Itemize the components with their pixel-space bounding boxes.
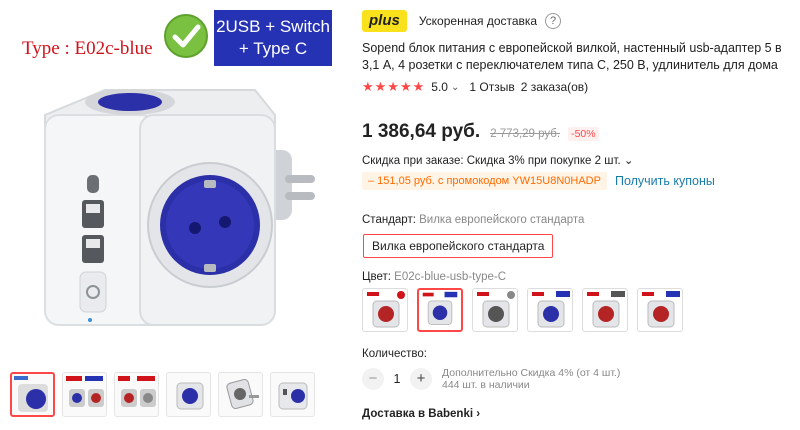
swatch-image xyxy=(477,291,515,328)
stock-count: 444 шт. в наличии xyxy=(442,379,530,391)
color-label: Цвет: E02c-blue-usb-type-C xyxy=(362,271,506,283)
thumbnail-image xyxy=(278,382,308,410)
feature-banner-line-1: 2USB + Switch xyxy=(216,17,330,36)
thumbnail-4[interactable] xyxy=(166,372,211,417)
feature-banner-line-2: + Type C xyxy=(238,39,308,58)
fast-delivery-row: plus Ускоренная доставка ? xyxy=(362,10,562,32)
thumbnail-image xyxy=(14,376,48,412)
plus-logo: plus xyxy=(362,10,407,32)
swatch-image xyxy=(642,291,680,328)
help-icon[interactable]: ? xyxy=(545,13,562,29)
product-gallery: Type : E02c-blue 2USB + Switch + Type C xyxy=(0,0,345,430)
quantity-increase-button[interactable]: + xyxy=(410,368,432,390)
reviews-link[interactable]: 1 Отзыв xyxy=(469,80,514,94)
thumbnail-2[interactable] xyxy=(62,372,107,417)
orders-count: 2 заказа(ов) xyxy=(520,80,589,94)
bulk-discount-note: Дополнительно Скидка 4% (от 4 шт.) xyxy=(442,367,621,379)
current-price: 1 386,64 руб. xyxy=(362,121,481,142)
price-row: 1 386,64 руб. 2 773,29 руб. -50% xyxy=(362,121,599,143)
color-label-text: Цвет: xyxy=(362,271,391,283)
color-swatch-red-usb[interactable] xyxy=(582,288,628,332)
quantity-decrease-button[interactable]: − xyxy=(362,368,384,390)
color-swatch-red[interactable] xyxy=(362,288,408,332)
thumbnail-image xyxy=(66,376,104,407)
main-product-image[interactable]: Type : E02c-blue 2USB + Switch + Type C xyxy=(0,0,345,360)
thumbnail-image xyxy=(226,378,259,410)
thumbnail-3[interactable] xyxy=(114,372,159,417)
swatch-image xyxy=(367,291,405,328)
promo-code-chip: – 151,05 руб. с промокодом YW15U8N0HADP xyxy=(362,172,607,190)
swatch-image xyxy=(532,291,570,328)
standard-label: Стандарт: Вилка европейского стандарта xyxy=(362,214,584,226)
quantity-stepper: − 1 + Дополнительно Скидка 4% (от 4 шт.)… xyxy=(362,367,620,391)
rating-value[interactable]: 5.0 xyxy=(431,80,448,94)
swatch-image xyxy=(587,291,625,328)
color-swatch-gray-usb[interactable] xyxy=(637,288,683,332)
thumbnail-image xyxy=(176,382,204,410)
color-swatch-gray[interactable] xyxy=(472,288,518,332)
type-label: Type : E02c-blue xyxy=(22,38,153,59)
order-discount[interactable]: Скидка при заказе: Скидка 3% при покупке… xyxy=(362,153,634,167)
delivery-destination-link[interactable]: Доставка в Babenki › xyxy=(362,408,480,420)
standard-selected: Вилка европейского стандарта xyxy=(419,214,585,226)
standard-option-eu-plug[interactable]: Вилка европейского стандарта xyxy=(363,234,554,258)
product-title: Sopend блок питания с европейской вилкой… xyxy=(362,41,782,72)
get-coupons-link[interactable]: Получить купоны xyxy=(615,174,715,188)
color-swatch-blue-usb[interactable] xyxy=(527,288,573,332)
coupon-row: – 151,05 руб. с промокодом YW15U8N0HADP … xyxy=(362,172,715,190)
chevron-down-icon[interactable]: ⌄ xyxy=(451,82,459,93)
fast-delivery-label: Ускоренная доставка xyxy=(418,14,538,28)
thumbnail-5[interactable] xyxy=(218,372,263,417)
thumbnail-image xyxy=(118,376,156,407)
color-selected: E02c-blue-usb-type-C xyxy=(394,271,507,283)
thumbnail-1[interactable] xyxy=(10,372,55,417)
color-swatches xyxy=(362,288,683,332)
quantity-note: Дополнительно Скидка 4% (от 4 шт.) 444 ш… xyxy=(442,367,620,391)
thumbnail-6[interactable] xyxy=(270,372,315,417)
discount-badge: -50% xyxy=(568,127,599,141)
rating-stars: ★★★★★ xyxy=(362,79,426,94)
swatch-image xyxy=(422,291,458,325)
quantity-value[interactable]: 1 xyxy=(384,372,410,386)
standard-label-text: Стандарт: xyxy=(362,214,416,226)
checkmark-icon xyxy=(164,14,208,58)
old-price: 2 773,29 руб. xyxy=(490,128,561,140)
power-cube-illustration xyxy=(44,89,315,326)
thumbnail-strip xyxy=(10,372,315,417)
feature-banner: 2USB + Switch + Type C xyxy=(214,10,332,66)
quantity-label: Количество: xyxy=(362,348,427,360)
rating-row: ★★★★★ 5.0 ⌄ 1 Отзыв 2 заказа(ов) xyxy=(362,79,588,95)
color-swatch-blue-usb-type-c[interactable] xyxy=(417,288,463,332)
